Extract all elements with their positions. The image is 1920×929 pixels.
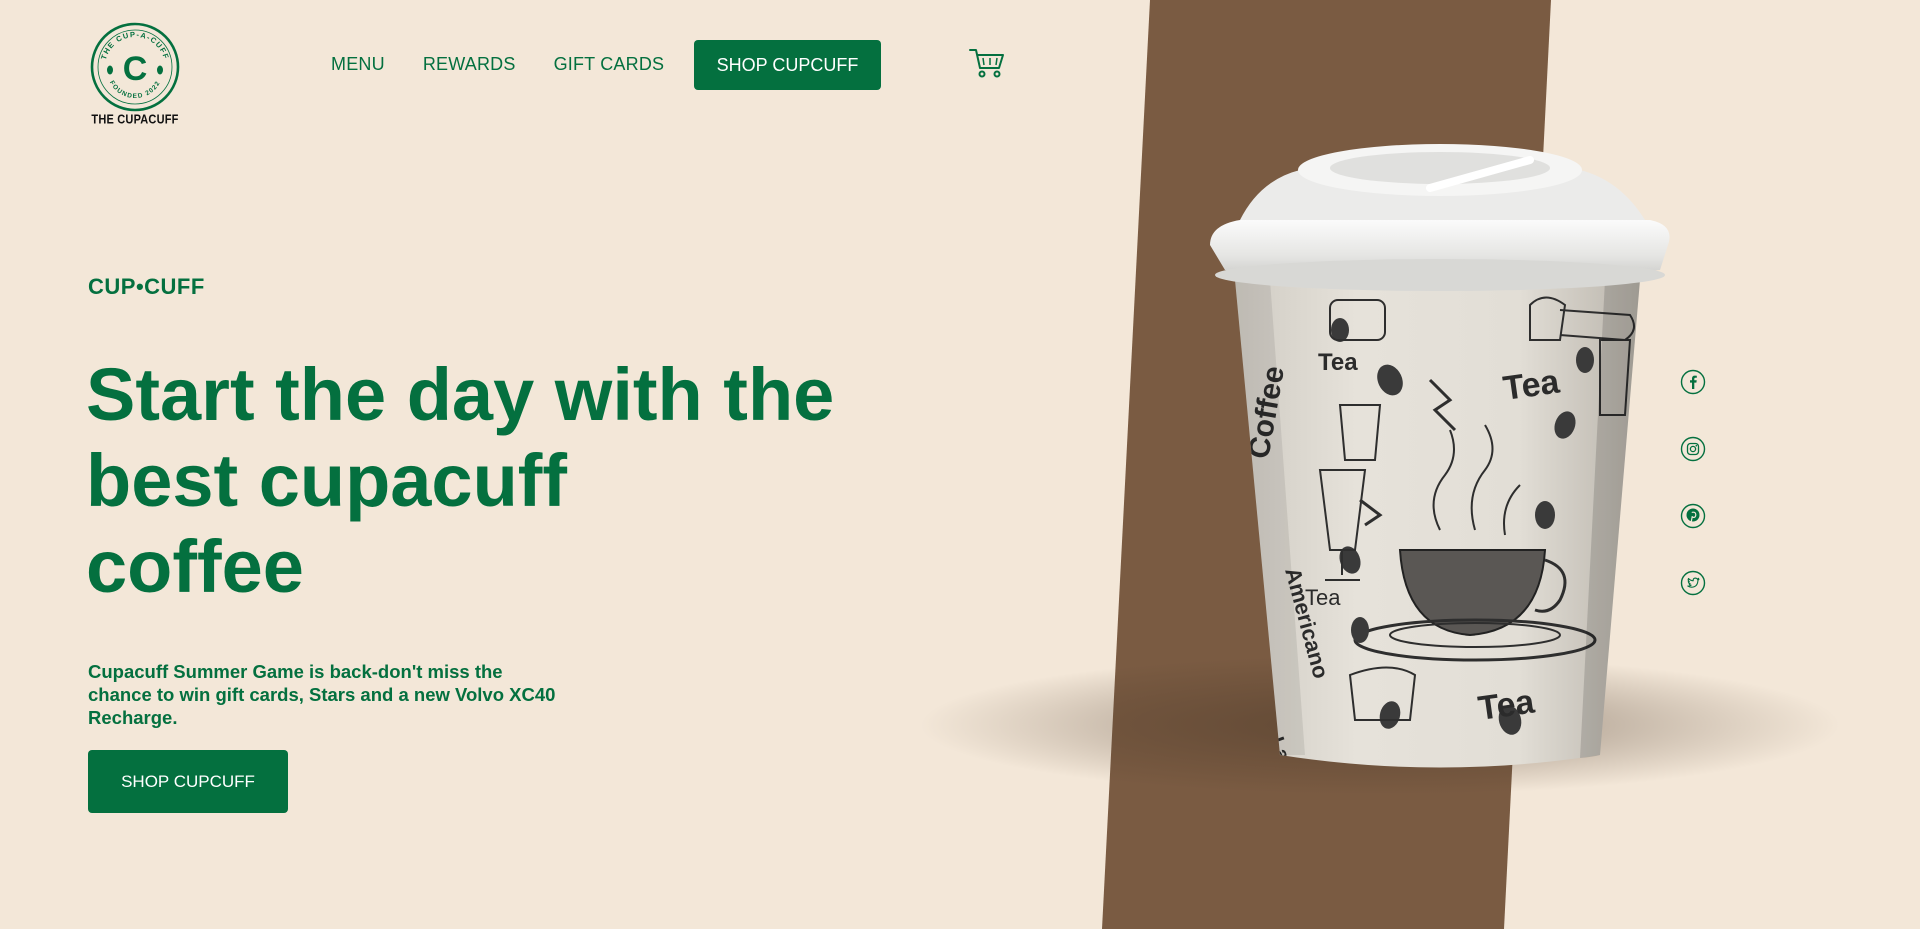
facebook-link[interactable] <box>1680 369 1706 395</box>
headline-line-2: best cupacuff <box>86 439 568 522</box>
pinterest-link[interactable] <box>1680 503 1706 529</box>
nav-item-menu[interactable]: MENU <box>331 54 385 75</box>
hero-subtext: Cupacuff Summer Game is back-don't miss … <box>88 661 556 728</box>
main-nav: MENU REWARDS GIFT CARDS <box>331 54 664 75</box>
pinterest-icon <box>1680 503 1706 529</box>
hero-shop-button[interactable]: SHOP CUPCUFF <box>88 750 288 813</box>
logo-badge-icon: THE CUP-A-CUFF FOUNDED 2022 C <box>90 22 180 112</box>
nav-item-gift-cards[interactable]: GIFT CARDS <box>554 54 665 75</box>
header-shop-button[interactable]: SHOP CUPCUFF <box>694 40 881 90</box>
brand-wordmark: THE CUPACUFF <box>91 113 179 127</box>
sleeve-word-tea-2: Tea <box>1501 362 1563 408</box>
logo-letter: C <box>123 50 148 88</box>
facebook-icon <box>1680 369 1706 395</box>
sleeve-word-tea-1: Tea <box>1318 349 1358 376</box>
hero-headline: Start the day with the best cupacuff cof… <box>86 352 906 610</box>
headline-line-3: coffee <box>86 525 304 608</box>
instagram-icon <box>1680 436 1706 462</box>
twitter-icon <box>1680 570 1706 596</box>
sleeve-word-tea-3: Tea <box>1476 682 1538 728</box>
nav-item-rewards[interactable]: REWARDS <box>423 54 516 75</box>
hero-eyebrow: CUP•CUFF <box>88 274 205 299</box>
instagram-link[interactable] <box>1680 436 1706 462</box>
headline-line-1: Start the day with the <box>86 353 835 436</box>
cart-icon[interactable] <box>969 46 1005 80</box>
coffee-cup-image: Coffee Tea Tea Tea Americano Tea Latte <box>1210 144 1670 768</box>
landing-page: THE CUP-A-CUFF FOUNDED 2022 C THE CUPACU… <box>0 0 1920 929</box>
brand-logo[interactable]: THE CUP-A-CUFF FOUNDED 2022 C THE CUPACU… <box>88 20 182 132</box>
twitter-link[interactable] <box>1680 570 1706 596</box>
sleeve-word-tea-4: Tea <box>1305 585 1341 610</box>
